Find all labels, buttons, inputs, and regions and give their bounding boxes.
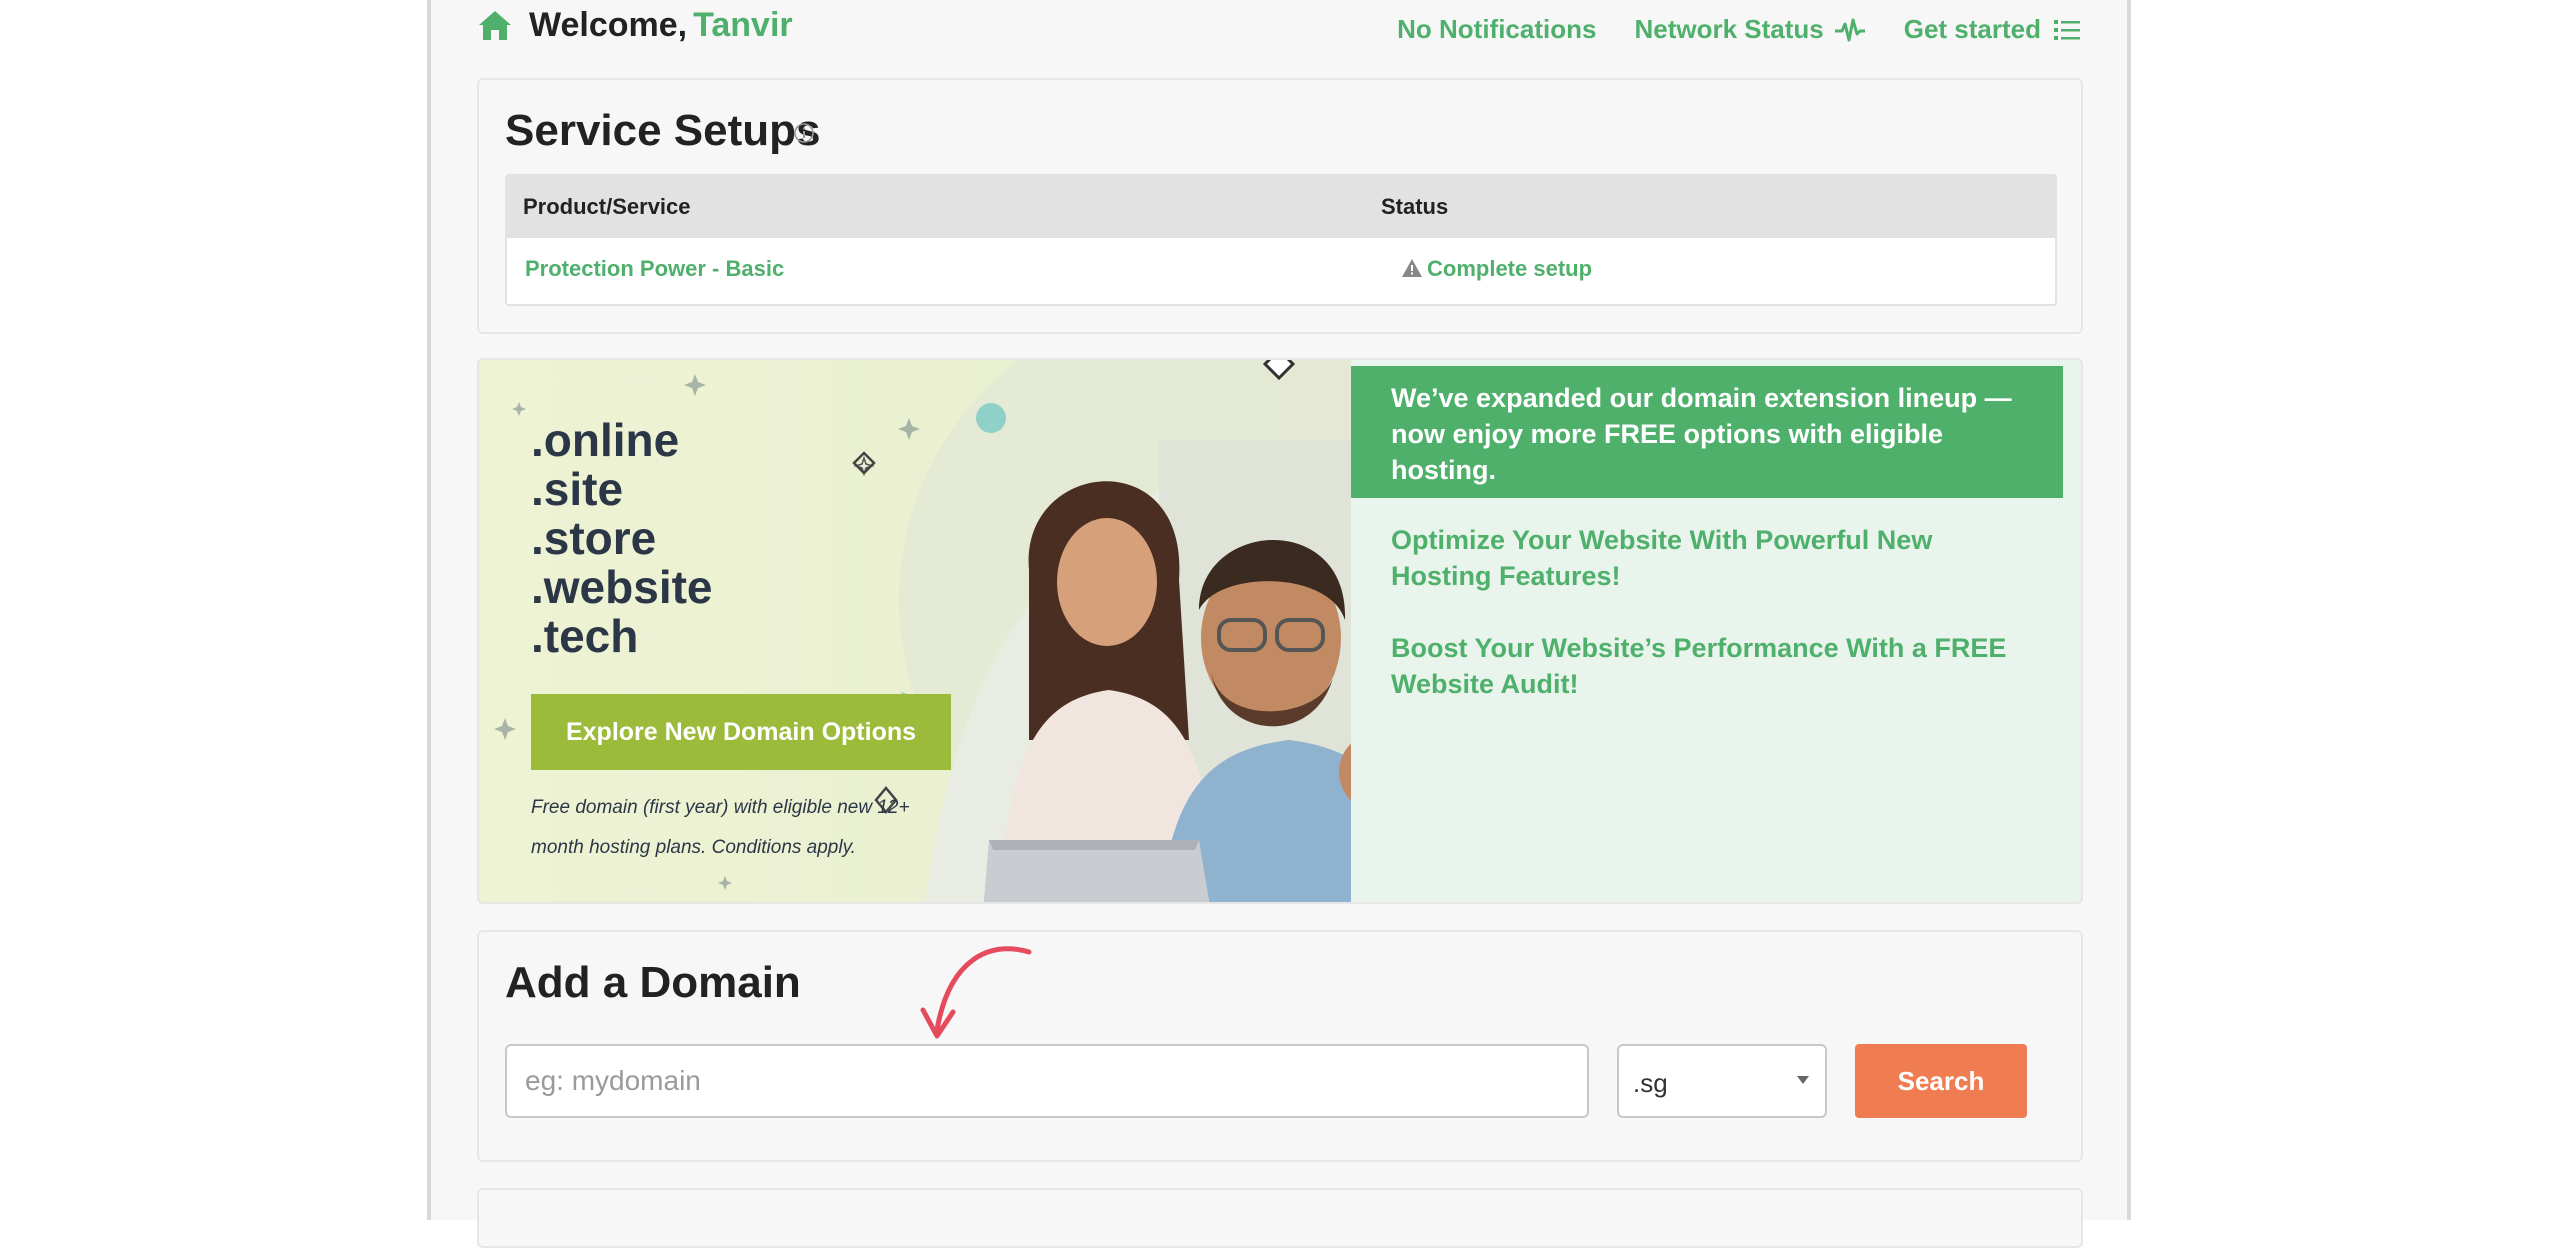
- chevron-down-icon: [1797, 1076, 1809, 1084]
- product-link[interactable]: Protection Power - Basic: [525, 256, 784, 282]
- tld-list: .online .site .store .website .tech: [531, 416, 713, 661]
- get-started-label: Get started: [1903, 14, 2041, 44]
- domain-search-input[interactable]: [505, 1044, 1589, 1118]
- explore-domains-button[interactable]: Explore New Domain Options: [531, 694, 951, 770]
- top-bar: Welcome, Tanvir No Notifications Network …: [477, 0, 2083, 56]
- tld-site: .site: [531, 463, 624, 515]
- pulse-icon: [1834, 18, 1865, 41]
- column-header-product: Product/Service: [523, 194, 691, 219]
- promo-links: We’ve expanded our domain extension line…: [1351, 360, 2081, 902]
- services-table: Product/Service Status Protection Power …: [505, 174, 2057, 306]
- curved-arrow-icon: [920, 946, 1032, 1039]
- network-status-label: Network Status: [1634, 14, 1824, 44]
- info-icon[interactable]: [793, 122, 815, 144]
- tld-store: .store: [531, 512, 657, 564]
- promo-highlight[interactable]: We’ve expanded our domain extension line…: [1351, 366, 2063, 498]
- search-button[interactable]: Search: [1855, 1044, 2027, 1118]
- promo-link-website-audit[interactable]: Boost Your Website’s Performance With a …: [1391, 630, 2031, 702]
- promo-panel: .online .site .store .website .tech Expl…: [477, 358, 2083, 904]
- table-header: Product/Service Status: [507, 176, 2055, 238]
- list-icon: [2054, 19, 2080, 40]
- add-domain-panel: Add a Domain .sg Search: [477, 930, 2083, 1162]
- promo-banner[interactable]: .online .site .store .website .tech Expl…: [479, 360, 1351, 902]
- service-setups-title: Service Setups: [505, 106, 821, 155]
- add-domain-title: Add a Domain: [505, 958, 801, 1007]
- table-row: Protection Power - Basic Complete setup: [507, 238, 2055, 304]
- tld-select[interactable]: .sg: [1617, 1044, 1827, 1118]
- next-panel: [477, 1188, 2083, 1248]
- top-links: No Notifications Network Status Get star…: [1397, 14, 2083, 45]
- service-setups-panel: Service Setups Product/Service Status Pr…: [477, 78, 2083, 334]
- notifications-label: No Notifications: [1397, 14, 1597, 44]
- get-started-link[interactable]: Get started: [1904, 14, 2083, 45]
- promo-link-hosting-features[interactable]: Optimize Your Website With Powerful New …: [1391, 522, 2031, 594]
- home-icon[interactable]: [477, 8, 513, 42]
- tld-selected-value: .sg: [1633, 1068, 1668, 1098]
- tld-online: .online: [531, 414, 680, 466]
- column-header-status: Status: [1381, 194, 1449, 219]
- tld-tech: .tech: [531, 610, 639, 662]
- warning-icon: [1402, 259, 1422, 277]
- tld-website: .website: [531, 561, 713, 613]
- user-name: Tanvir: [693, 6, 793, 44]
- notifications-link[interactable]: No Notifications: [1397, 14, 1596, 45]
- welcome-heading: Welcome, Tanvir: [529, 6, 793, 45]
- promo-disclaimer: Free domain (first year) with eligible n…: [531, 797, 910, 858]
- network-status-link[interactable]: Network Status: [1634, 14, 1865, 45]
- welcome-text: Welcome,: [529, 6, 688, 44]
- complete-setup-label: Complete setup: [1427, 256, 1593, 281]
- complete-setup-link[interactable]: Complete setup: [1401, 256, 1592, 282]
